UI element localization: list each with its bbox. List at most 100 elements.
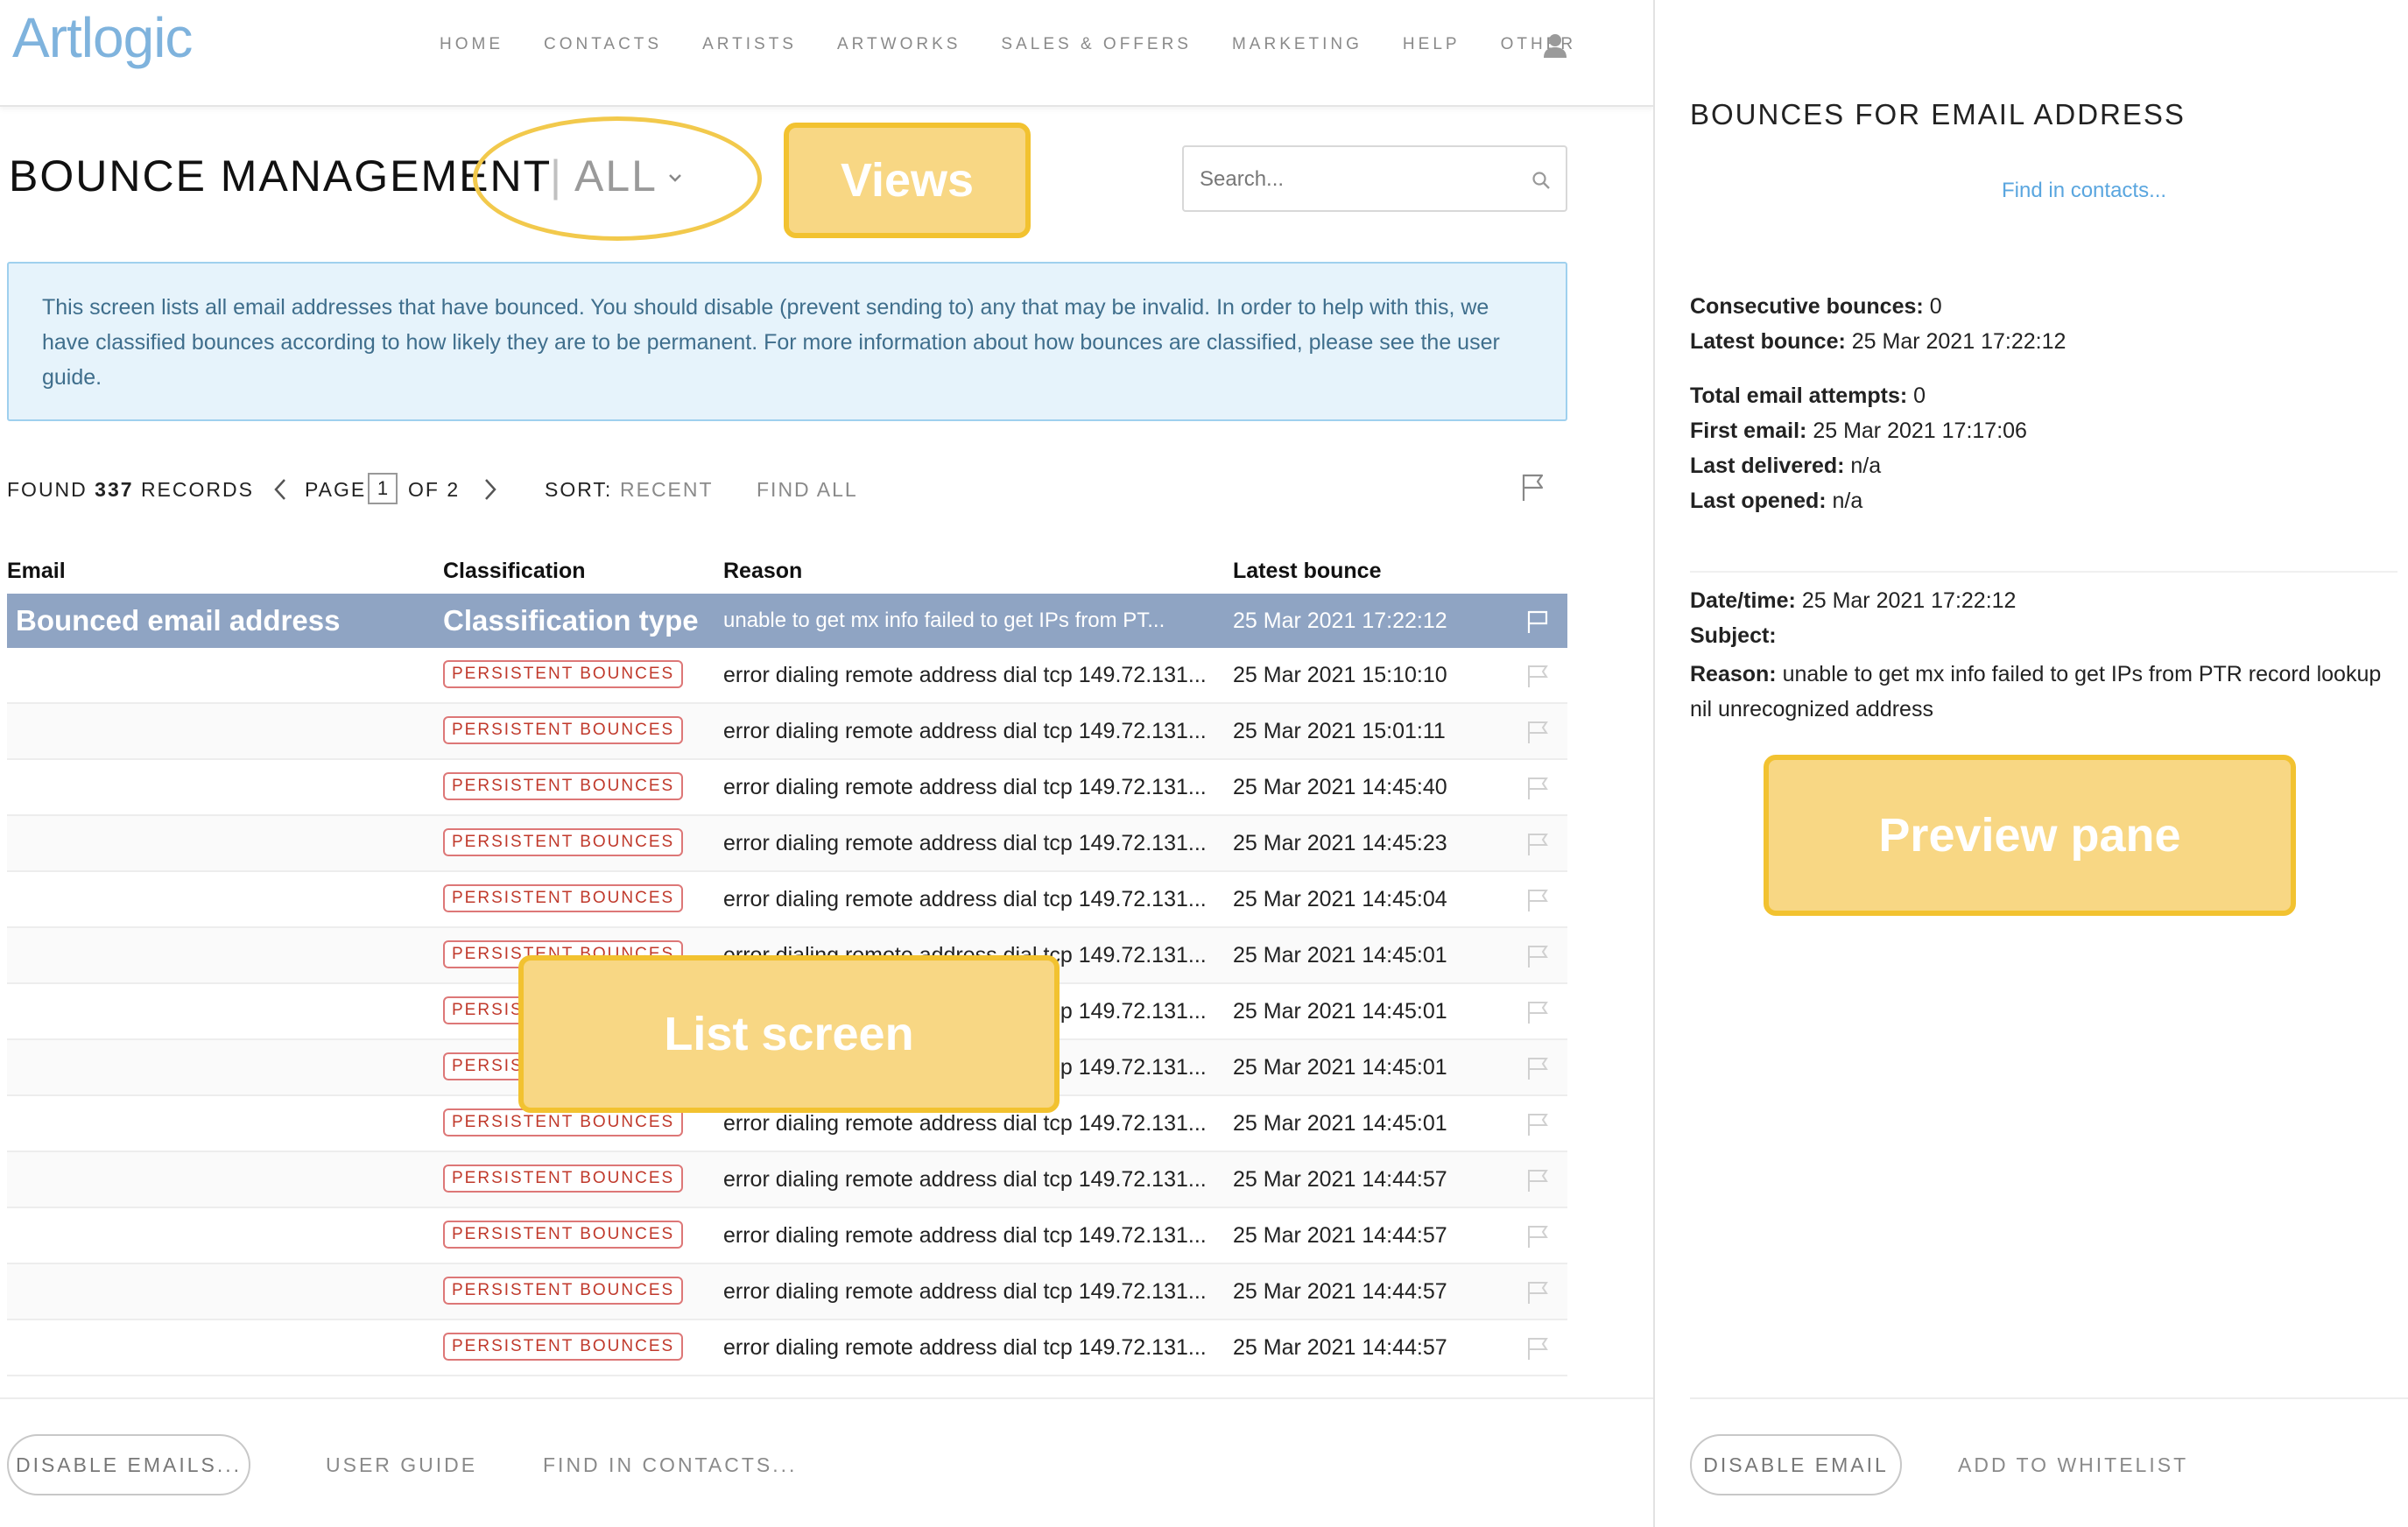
nav-help[interactable]: HELP: [1403, 35, 1461, 54]
classification-badge: PERSISTENT BOUNCES: [443, 1165, 684, 1193]
flag-icon[interactable]: [1522, 609, 1552, 634]
info-message: This screen lists all email addresses th…: [7, 262, 1567, 421]
flag-icon[interactable]: [1522, 1168, 1552, 1193]
cell-classification: PERSISTENT BOUNCES: [443, 1320, 706, 1375]
search-box: [1182, 145, 1567, 212]
table-row[interactable]: PERSISTENT BOUNCES error dialing remote a…: [7, 1208, 1567, 1264]
views-callout: Views: [784, 123, 1031, 238]
detail-subject: Subject:: [1690, 623, 1777, 649]
header-classification[interactable]: Classification: [443, 559, 586, 584]
stat-first-email: First email: 25 Mar 2021 17:17:06: [1690, 419, 2027, 444]
sort-selector[interactable]: RECENT: [620, 478, 714, 502]
classification-badge: PERSISTENT BOUNCES: [443, 716, 684, 745]
cell-email: [16, 1040, 427, 1094]
cell-latest-bounce: 25 Mar 2021 17:22:12: [1233, 609, 1447, 633]
search-icon[interactable]: [1531, 170, 1552, 191]
classification-badge: PERSISTENT BOUNCES: [443, 772, 684, 801]
cell-email: [16, 760, 427, 814]
header-reason[interactable]: Reason: [723, 559, 802, 584]
cell-latest-bounce: 25 Mar 2021 14:44:57: [1233, 1223, 1447, 1248]
flag-icon[interactable]: [1522, 1280, 1552, 1305]
flag-icon[interactable]: [1522, 1112, 1552, 1136]
table-row-selected[interactable]: Bounced email address Classification typ…: [7, 594, 1567, 648]
detail-label: Date/time:: [1690, 588, 1796, 613]
table-row[interactable]: PERSISTENT BOUNCES error dialing remote a…: [7, 816, 1567, 872]
nav-marketing[interactable]: MARKETING: [1232, 35, 1362, 54]
list-screen: Artlogic HOME CONTACTS ARTISTS ARTWORKS …: [0, 0, 1653, 1527]
list-toolbar: FOUND 337 RECORDS PAGE 1 OF 2 SORT: RECE…: [7, 473, 1567, 506]
chevron-left-icon[interactable]: [270, 476, 291, 503]
flag-icon[interactable]: [1522, 944, 1552, 968]
cell-email: [16, 1264, 427, 1319]
user-guide-button[interactable]: USER GUIDE: [326, 1453, 477, 1477]
flag-icon[interactable]: [1522, 1224, 1552, 1249]
table-row[interactable]: PERSISTENT BOUNCES error dialing remote a…: [7, 1320, 1567, 1376]
table-row[interactable]: PERSISTENT BOUNCES error dialing remote a…: [7, 872, 1567, 928]
cell-email: [16, 704, 427, 758]
detail-value: 25 Mar 2021 17:22:12: [1801, 588, 2017, 613]
cell-email: [16, 1152, 427, 1207]
chevron-right-icon[interactable]: [480, 476, 501, 503]
table-row[interactable]: PERSISTENT BOUNCES error dialing remote a…: [7, 1264, 1567, 1320]
top-navigation: Artlogic HOME CONTACTS ARTISTS ARTWORKS …: [0, 0, 1653, 107]
find-in-contacts-link[interactable]: Find in contacts...: [2002, 179, 2166, 203]
classification-badge: PERSISTENT BOUNCES: [443, 660, 684, 689]
detail-value: unable to get mx info failed to get IPs …: [1690, 662, 2382, 721]
flag-icon[interactable]: [1522, 832, 1552, 856]
cell-email: [16, 1320, 427, 1375]
cell-reason: unable to get mx info failed to get IPs …: [723, 609, 1165, 632]
nav-artworks[interactable]: ARTWORKS: [837, 35, 961, 54]
find-in-contacts-button[interactable]: FIND IN CONTACTS...: [543, 1453, 797, 1477]
cell-classification: PERSISTENT BOUNCES: [443, 1264, 706, 1319]
disable-emails-button[interactable]: DISABLE EMAILS...: [7, 1434, 250, 1495]
page-title: BOUNCE MANAGEMENT: [9, 151, 553, 201]
nav-menu: HOME CONTACTS ARTISTS ARTWORKS SALES & O…: [440, 35, 1616, 54]
page-number-input[interactable]: 1: [368, 473, 398, 504]
nav-artists[interactable]: ARTISTS: [702, 35, 797, 54]
flag-icon[interactable]: [1522, 664, 1552, 688]
classification-badge: PERSISTENT BOUNCES: [443, 828, 684, 857]
page-label: PAGE: [305, 478, 367, 501]
flag-icon[interactable]: [1518, 471, 1546, 503]
classification-badge: PERSISTENT BOUNCES: [443, 1333, 684, 1362]
table-row[interactable]: PERSISTENT BOUNCES error dialing remote a…: [7, 704, 1567, 760]
stat-label: First email:: [1690, 419, 1807, 443]
add-to-whitelist-button[interactable]: ADD TO WHITELIST: [1958, 1453, 2188, 1477]
flag-icon[interactable]: [1522, 1056, 1552, 1080]
table-header: Email Classification Reason Latest bounc…: [7, 553, 1567, 594]
detail-label: Subject:: [1690, 623, 1777, 648]
stat-latest-bounce: Latest bounce: 25 Mar 2021 17:22:12: [1690, 329, 2066, 355]
table-row[interactable]: PERSISTENT BOUNCES error dialing remote a…: [7, 648, 1567, 704]
classification-badge: PERSISTENT BOUNCES: [443, 1221, 684, 1249]
cell-latest-bounce: 25 Mar 2021 14:44:57: [1233, 1335, 1447, 1360]
nav-home[interactable]: HOME: [440, 35, 503, 54]
cell-latest-bounce: 25 Mar 2021 15:01:11: [1233, 719, 1446, 743]
list-footer: DISABLE EMAILS... USER GUIDE FIND IN CON…: [0, 1397, 1653, 1527]
views-highlight-ellipse: [473, 116, 762, 241]
cell-latest-bounce: 25 Mar 2021 14:45:01: [1233, 1055, 1447, 1080]
detail-reason: Reason: unable to get mx info failed to …: [1690, 657, 2382, 727]
flag-icon[interactable]: [1522, 888, 1552, 912]
preview-title: BOUNCES FOR EMAIL ADDRESS: [1690, 98, 2186, 130]
flag-icon[interactable]: [1522, 1336, 1552, 1361]
search-input[interactable]: [1200, 163, 1515, 196]
user-icon[interactable]: [1541, 32, 1569, 60]
cell-latest-bounce: 25 Mar 2021 14:45:23: [1233, 831, 1447, 855]
flag-icon[interactable]: [1522, 720, 1552, 744]
find-all-button[interactable]: FIND ALL: [757, 478, 858, 502]
stat-value: 0: [1929, 294, 1942, 319]
page-total: OF 2: [408, 478, 461, 501]
flag-icon[interactable]: [1522, 776, 1552, 800]
header-email[interactable]: Email: [7, 559, 66, 584]
artlogic-logo[interactable]: Artlogic: [12, 5, 193, 70]
disable-email-button[interactable]: DISABLE EMAIL: [1690, 1434, 1902, 1495]
cell-email: [16, 928, 427, 982]
header-latest-bounce[interactable]: Latest bounce: [1233, 559, 1381, 584]
flag-icon[interactable]: [1522, 1000, 1552, 1024]
cell-latest-bounce: 25 Mar 2021 14:45:40: [1233, 775, 1447, 799]
nav-sales-offers[interactable]: SALES & OFFERS: [1001, 35, 1192, 54]
table-row[interactable]: PERSISTENT BOUNCES error dialing remote a…: [7, 1152, 1567, 1208]
table-row[interactable]: PERSISTENT BOUNCES error dialing remote a…: [7, 760, 1567, 816]
stat-consecutive-bounces: Consecutive bounces: 0: [1690, 294, 1942, 320]
nav-contacts[interactable]: CONTACTS: [544, 35, 662, 54]
